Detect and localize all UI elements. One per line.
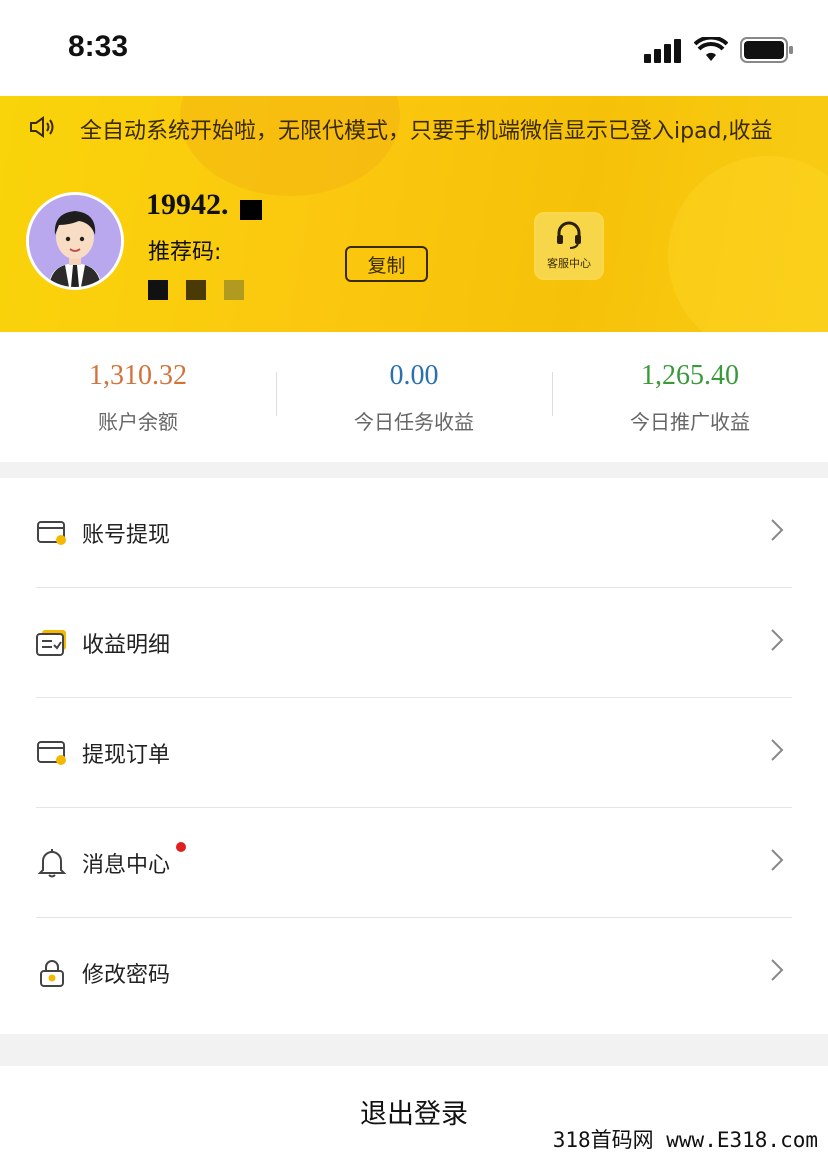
stat-account-balance[interactable]: 1,310.32 账户余额 <box>0 332 276 462</box>
referral-code-redacted <box>148 280 244 302</box>
menu-item-label: 提现订单 <box>82 742 171 768</box>
headset-icon <box>554 221 584 253</box>
avatar[interactable] <box>26 192 124 290</box>
earnings-summary: 1,310.32 账户余额 0.00 今日任务收益 1,265.40 今日推广收… <box>0 332 828 462</box>
stat-today-promotion-earnings[interactable]: 1,265.40 今日推广收益 <box>552 332 828 462</box>
referral-code-label: 推荐码: <box>148 240 222 265</box>
unread-badge-dot <box>176 842 186 852</box>
user-id: 19942. <box>146 188 229 221</box>
wallet-card-icon <box>36 517 68 549</box>
copy-button[interactable]: 复制 <box>345 246 428 282</box>
chevron-right-icon <box>770 738 784 766</box>
stat-value: 1,310.32 <box>89 360 187 391</box>
menu-item-label: 收益明细 <box>82 632 171 658</box>
menu-item-label: 消息中心 <box>82 852 171 878</box>
profile-header: 全自动系统开始啦，无限代模式，只要手机端微信显示已登入ipad,收益 19942… <box>0 96 828 332</box>
account-menu: 账号提现 收益明细 提现订单 消息中心 修改密码 <box>0 478 828 1034</box>
stat-label: 今日推广收益 <box>630 410 750 434</box>
menu-item-label: 修改密码 <box>82 963 171 988</box>
list-detail-icon <box>36 627 68 659</box>
status-bar: 8:33 <box>0 0 828 96</box>
stat-label: 账户余额 <box>98 410 178 434</box>
header-decoration <box>180 96 400 196</box>
status-time: 8:33 <box>68 30 129 63</box>
menu-item-message-center[interactable]: 消息中心 <box>36 808 792 918</box>
stat-today-task-earnings[interactable]: 0.00 今日任务收益 <box>276 332 552 462</box>
wifi-icon <box>694 37 728 63</box>
order-card-icon <box>36 737 68 769</box>
status-icons <box>644 36 794 64</box>
chevron-right-icon <box>770 958 784 986</box>
stat-value: 0.00 <box>389 360 439 391</box>
header-decoration <box>668 156 828 332</box>
speaker-icon <box>28 115 62 143</box>
menu-item-withdraw[interactable]: 账号提现 <box>36 478 792 588</box>
menu-item-earnings-detail[interactable]: 收益明细 <box>36 588 792 698</box>
menu-item-change-password[interactable]: 修改密码 <box>36 918 792 1028</box>
customer-service-button[interactable]: 客服中心 <box>536 214 602 278</box>
stat-label: 今日任务收益 <box>354 410 474 434</box>
logout-area: 退出登录 318首码网 www.E318.com <box>0 1066 828 1156</box>
stat-value: 1,265.40 <box>641 360 739 391</box>
cellular-signal-icon <box>644 37 682 63</box>
bell-icon <box>36 847 68 879</box>
chevron-right-icon <box>770 628 784 656</box>
announcement-marquee[interactable]: 全自动系统开始啦，无限代模式，只要手机端微信显示已登入ipad,收益 <box>28 112 798 146</box>
battery-icon <box>740 37 794 63</box>
menu-item-label: 账号提现 <box>82 522 171 548</box>
menu-item-withdraw-orders[interactable]: 提现订单 <box>36 698 792 808</box>
customer-service-label: 客服中心 <box>547 257 591 270</box>
redaction-mask <box>240 200 262 220</box>
lock-icon <box>36 957 68 989</box>
site-watermark: 318首码网 www.E318.com <box>548 1124 822 1154</box>
chevron-right-icon <box>770 848 784 876</box>
announcement-text: 全自动系统开始啦，无限代模式，只要手机端微信显示已登入ipad,收益 <box>80 119 773 144</box>
chevron-right-icon <box>770 518 784 546</box>
